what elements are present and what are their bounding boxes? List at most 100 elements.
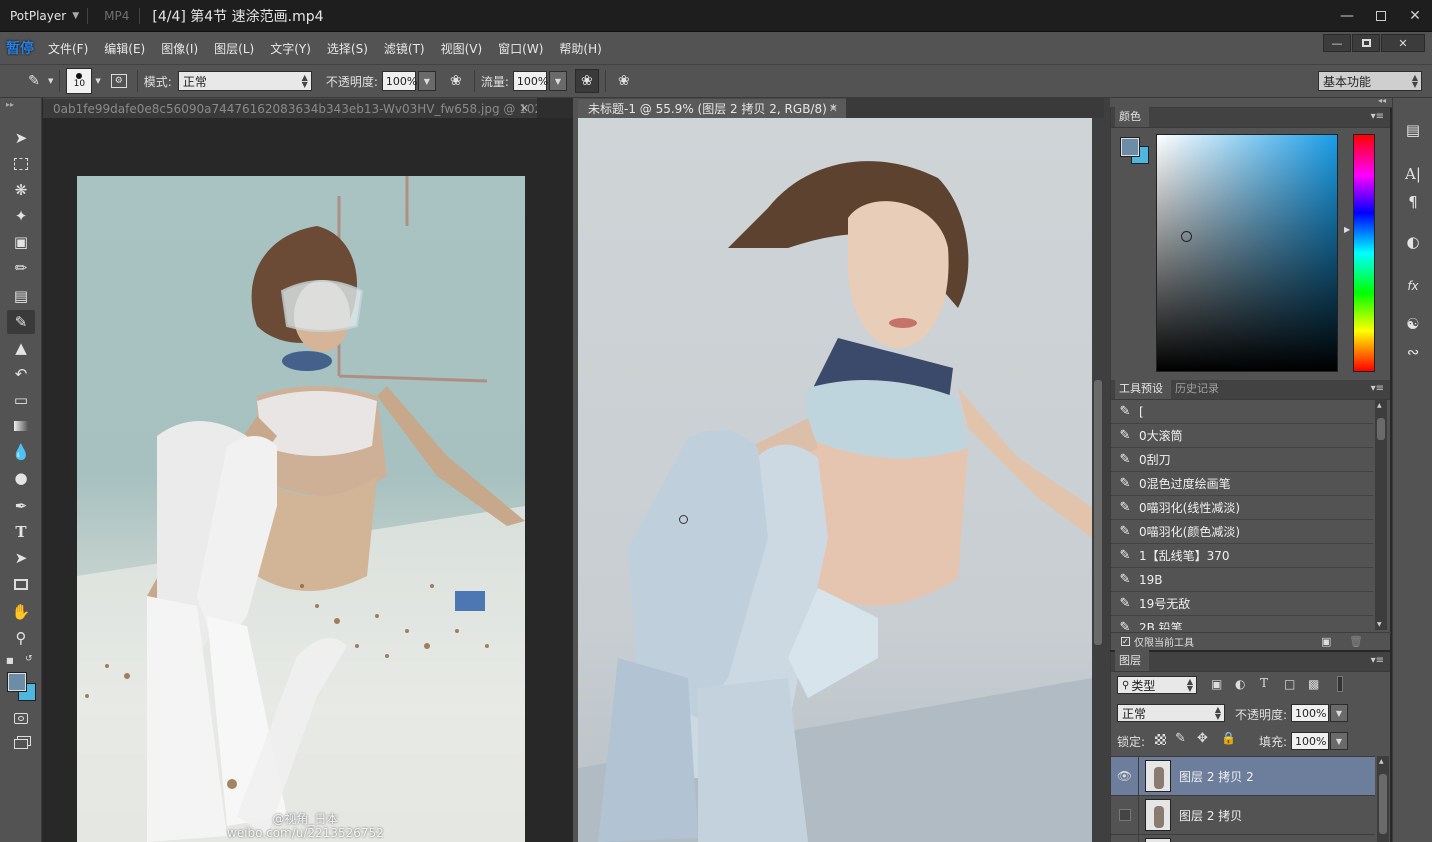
new-preset-icon[interactable]: ▣ (1321, 635, 1331, 648)
app-restore-button[interactable] (1352, 34, 1380, 52)
layer-blend-mode-select[interactable]: 正常 ▲ ▼ (1117, 704, 1225, 722)
app-close-button[interactable]: ✕ (1381, 34, 1425, 52)
hue-slider[interactable] (1353, 134, 1375, 372)
tab-color[interactable]: 颜色 (1115, 106, 1149, 127)
preset-scrollbar-thumb[interactable] (1377, 418, 1385, 440)
adjustment-filter-icon[interactable]: ◐ (1235, 677, 1245, 691)
fill-input[interactable]: 100% (1291, 732, 1329, 750)
screen-mode-button[interactable] (7, 732, 35, 756)
app-minimize-button[interactable]: — (1323, 34, 1351, 52)
player-close-button[interactable]: ✕ (1398, 0, 1432, 32)
list-item[interactable]: ✎ 0刮刀 (1111, 448, 1373, 472)
list-item[interactable]: ✎ 0喵羽化(颜色减淡) (1111, 520, 1373, 544)
path-selection-tool[interactable]: ➤ (7, 546, 35, 570)
panel-menu-icon[interactable]: ▾≡ (1371, 383, 1384, 394)
hand-tool[interactable]: ✋ (7, 600, 35, 624)
layer-row[interactable]: 图层 2 拷贝 (1111, 795, 1375, 835)
trash-icon[interactable]: 🗑 (1349, 635, 1363, 648)
fill-slider-toggle[interactable]: ▼ (1330, 732, 1348, 750)
dodge-tool[interactable]: ● (7, 466, 35, 490)
tab-history[interactable]: 历史记录 (1171, 378, 1227, 399)
channels-panel-button[interactable]: ☯ (1401, 312, 1425, 336)
shape-filter-icon[interactable]: □ (1284, 677, 1295, 691)
chevron-down-icon[interactable]: ▼ (95, 77, 100, 85)
tab-active-document[interactable]: 未标题-1 @ 55.9% (图层 2 拷贝 2, RGB/8) * ✕ (578, 98, 846, 118)
pixel-filter-icon[interactable]: ▣ (1211, 677, 1222, 691)
layer-opacity-slider-toggle[interactable]: ▼ (1330, 704, 1348, 722)
scroll-up-icon[interactable]: ▲ (1377, 402, 1382, 409)
properties-panel-button[interactable]: ▤ (1401, 118, 1425, 142)
layer-filter-select[interactable]: ⚲ 类型 ▲ ▼ (1117, 676, 1197, 694)
layer-row[interactable]: 👁 图层 2 拷贝 2 (1111, 757, 1375, 796)
workspace-select[interactable]: 基本功能 ▲ ▼ (1318, 71, 1422, 91)
menu-help[interactable]: 帮助(H) (551, 40, 609, 57)
layer-row[interactable] (1111, 834, 1375, 842)
styles-panel-button[interactable]: fx (1401, 274, 1425, 298)
list-item[interactable]: ✎ 0混色过度绘画笔 (1111, 472, 1373, 496)
paths-panel-button[interactable]: ∾ (1401, 340, 1425, 364)
tab-layers[interactable]: 图层 (1115, 650, 1149, 671)
menu-edit[interactable]: 编辑(E) (96, 40, 153, 57)
eraser-tool[interactable]: ▭ (7, 388, 35, 412)
menu-select[interactable]: 选择(S) (319, 40, 376, 57)
foreground-color-swatch[interactable] (7, 672, 27, 692)
collapse-icon[interactable]: ▸▸ (6, 100, 14, 109)
list-item[interactable]: ✎ 0喵羽化(线性减淡) (1111, 496, 1373, 520)
character-panel-button[interactable]: A| (1401, 162, 1425, 186)
menu-image[interactable]: 图像(I) (153, 40, 206, 57)
opacity-input[interactable]: 100% (381, 71, 417, 91)
history-brush-tool[interactable]: ↶ (7, 362, 35, 386)
list-item[interactable]: ✎ 1【乱线笔】370 (1111, 544, 1373, 568)
airbrush-toggle[interactable]: ❀ (574, 69, 599, 93)
default-colors-icon[interactable]: ■ (6, 656, 14, 665)
painting-canvas[interactable] (578, 118, 1092, 842)
menu-file[interactable]: 文件(F) (40, 40, 96, 57)
marquee-tool[interactable] (7, 152, 35, 176)
list-item[interactable]: ✎ 0大滚筒 (1111, 424, 1373, 448)
brush-panel-toggle[interactable]: ⚙ (107, 69, 131, 93)
visibility-eye-icon[interactable]: 👁 (1111, 757, 1139, 796)
visibility-toggle[interactable] (1111, 834, 1139, 842)
canvas-scrollbar-thumb[interactable] (1094, 380, 1102, 645)
paragraph-panel-button[interactable]: ¶ (1401, 190, 1425, 214)
menu-type[interactable]: 文字(Y) (262, 40, 319, 57)
tab-reference-document[interactable]: 0ab1fe99dafe0e8c56090a74476162083634b343… (43, 98, 537, 118)
lock-paint-icon[interactable]: ✎ (1175, 731, 1186, 746)
lock-all-icon[interactable]: 🔒 (1221, 731, 1236, 745)
player-menu-button[interactable]: PotPlayer ▼ (0, 9, 79, 23)
panel-menu-icon[interactable]: ▾≡ (1371, 111, 1384, 122)
gradient-tool[interactable] (7, 414, 35, 438)
canvas-scrollbar[interactable] (1092, 118, 1104, 842)
pen-tool[interactable]: ✒ (7, 494, 35, 518)
list-item[interactable]: ✎ 19B (1111, 568, 1373, 592)
smart-object-filter-icon[interactable]: ▩ (1308, 677, 1319, 691)
brush-size-picker[interactable]: 10 (66, 68, 93, 94)
magic-wand-tool[interactable]: ✦ (7, 204, 35, 228)
tab-tool-presets[interactable]: 工具预设 (1115, 378, 1171, 399)
flow-slider-toggle[interactable]: ▼ (548, 71, 567, 91)
layers-scrollbar[interactable]: ▲ (1377, 756, 1389, 842)
swap-colors-icon[interactable]: ↺ (25, 654, 33, 664)
panel-menu-icon[interactable]: ▾≡ (1371, 655, 1384, 666)
lock-position-icon[interactable]: ✥ (1197, 731, 1208, 746)
list-item[interactable]: ✎ 19号无敌 (1111, 592, 1373, 616)
close-icon[interactable]: ✕ (520, 102, 529, 115)
player-maximize-button[interactable] (1364, 0, 1398, 32)
crop-tool[interactable]: ▣ (7, 230, 35, 254)
quick-mask-button[interactable] (7, 706, 35, 730)
zoom-tool[interactable]: ⚲ (7, 626, 35, 650)
scroll-down-icon[interactable]: ▼ (1377, 621, 1382, 628)
clone-stamp-tool[interactable]: ▲ (7, 336, 35, 360)
menu-view[interactable]: 视图(V) (433, 40, 491, 57)
player-minimize-button[interactable]: — (1330, 0, 1364, 32)
type-tool[interactable]: T (7, 520, 35, 544)
preset-scrollbar[interactable]: ▲ ▼ (1375, 400, 1387, 630)
healing-brush-tool[interactable]: ▤ (7, 284, 35, 308)
foreground-color-swatch[interactable] (1120, 137, 1140, 157)
filter-toggle-icon[interactable] (1337, 676, 1343, 692)
menu-filter[interactable]: 滤镜(T) (376, 40, 433, 57)
close-icon[interactable]: ✕ (829, 102, 838, 115)
collapse-icon[interactable]: ◂◂ (1378, 96, 1386, 105)
brush-tool[interactable]: ✎ (7, 310, 35, 334)
layers-scrollbar-thumb[interactable] (1379, 774, 1387, 834)
